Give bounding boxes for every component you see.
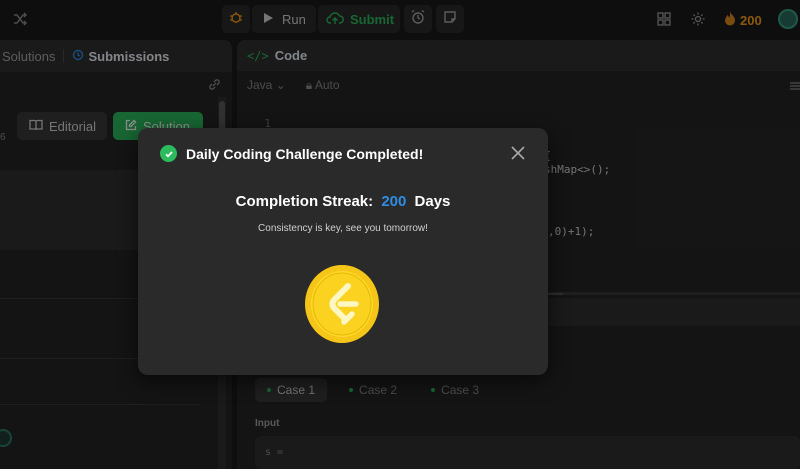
check-circle-icon (160, 145, 177, 162)
close-icon[interactable] (510, 145, 526, 161)
completion-modal: Daily Coding Challenge Completed! Comple… (138, 128, 548, 375)
streak-suffix: Days (414, 193, 451, 210)
modal-title: Daily Coding Challenge Completed! (186, 146, 424, 162)
streak-summary: Completion Streak: 200 Days (138, 193, 548, 210)
streak-value: 200 (381, 193, 407, 210)
leetcode-coin-icon (304, 264, 380, 344)
modal-subtitle: Consistency is key, see you tomorrow! (258, 223, 428, 234)
streak-prefix: Completion Streak: (235, 193, 374, 210)
